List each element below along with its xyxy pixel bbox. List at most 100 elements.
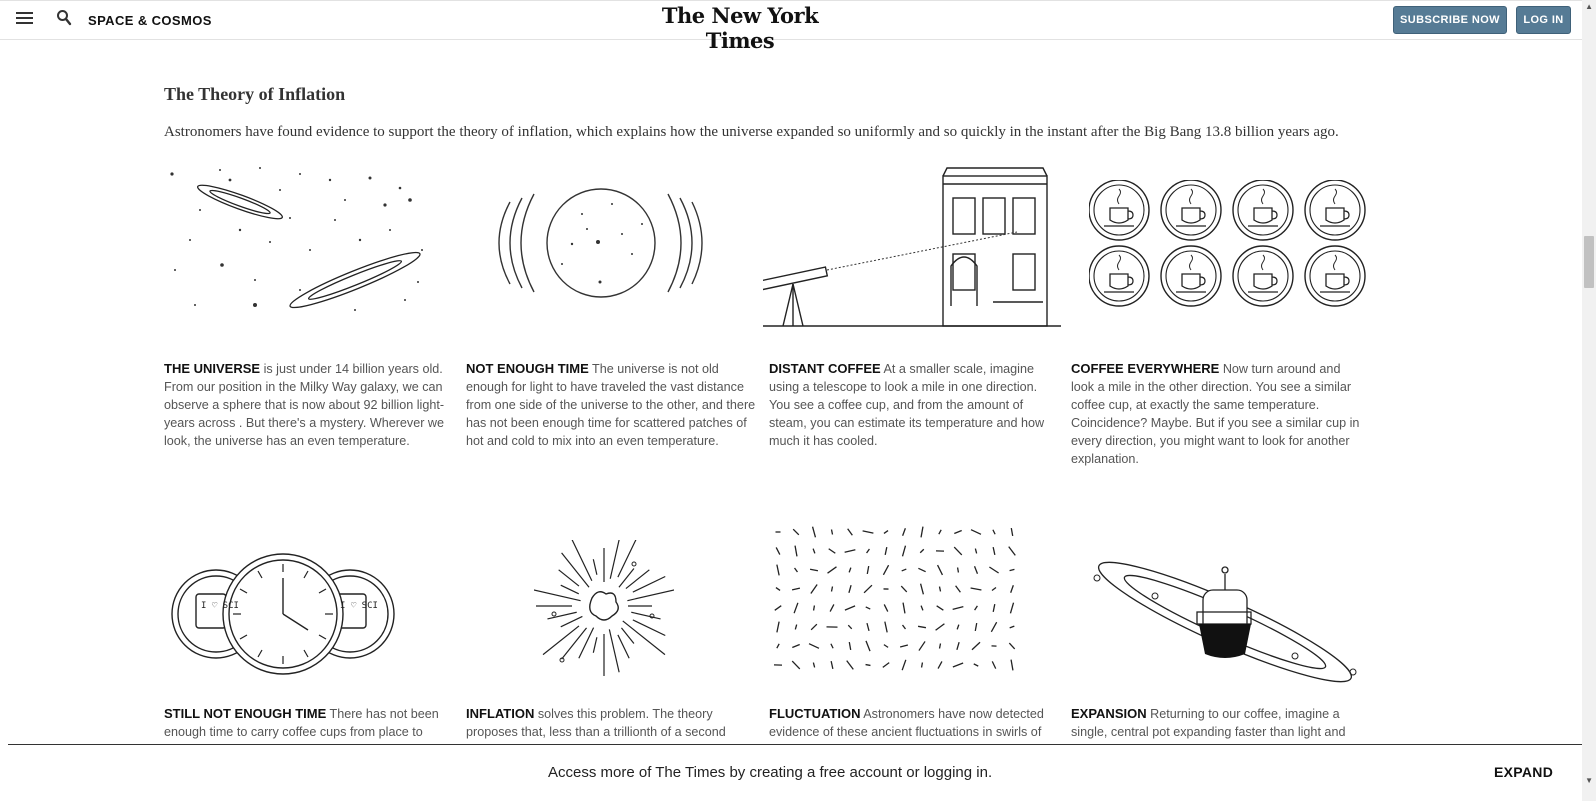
fluctuation-dash: [848, 529, 853, 535]
fluctuation-dash: [776, 547, 780, 554]
fluctuation-dash: [831, 661, 833, 669]
fluctuation-dash: [867, 566, 868, 574]
caption-fluctuation: FLUCTUATION Astronomers have now detecte…: [769, 705, 1059, 741]
section-heading: The Theory of Inflation: [164, 84, 345, 105]
fluctuation-dash: [902, 569, 907, 571]
nyt-logo[interactable]: The New York Times: [640, 3, 840, 53]
burst-ray: [579, 628, 594, 659]
page-scrollbar[interactable]: ▲ ▼: [1582, 0, 1596, 801]
fluctuation-dash: [957, 625, 959, 630]
caption-inflation: INFLATION solves this problem. The theor…: [466, 705, 756, 741]
fluctuation-dash: [867, 623, 869, 631]
fluctuation-dash: [884, 604, 888, 611]
coffee-cups-grid-illustration: [1089, 180, 1369, 310]
section-name-link[interactable]: SPACE & COSMOS: [88, 13, 212, 28]
fluctuation-dash: [828, 567, 837, 573]
caption-expansion: EXPANSION Returning to our coffee, imagi…: [1071, 705, 1361, 741]
fluctuation-dash: [864, 585, 872, 593]
fluctuation-dash: [809, 644, 819, 649]
fluctuation-dash: [989, 567, 998, 573]
fluctuation-dash: [866, 607, 871, 609]
fluctuation-dash: [901, 586, 907, 592]
scroll-up-arrow-icon[interactable]: ▲: [1585, 2, 1593, 11]
fluctuation-dash: [993, 530, 995, 534]
registration-message: Access more of The Times by creating a f…: [548, 764, 992, 781]
mug-label-left: I ♡ SCI: [201, 601, 239, 611]
scroll-thumb[interactable]: [1584, 236, 1594, 288]
fluctuation-dash: [975, 606, 978, 610]
burst-ray: [543, 626, 579, 655]
fluctuation-dash: [937, 606, 944, 610]
caption-still-not-enough-time: STILL NOT ENOUGH TIME There has not been…: [164, 705, 454, 741]
fluctuation-dash: [777, 622, 779, 633]
fluctuation-dash: [903, 546, 906, 557]
fluctuation-dash: [954, 547, 962, 555]
hamburger-menu-icon[interactable]: [16, 12, 33, 26]
fluctuation-dash: [883, 565, 888, 575]
fluctuation-dash: [777, 644, 779, 648]
fluctuation-dash: [974, 664, 978, 666]
fluctuation-dash: [975, 566, 978, 573]
fluctuation-dash: [866, 641, 870, 651]
subscribe-button[interactable]: SUBSCRIBE NOW: [1393, 6, 1507, 34]
telescope-building-coffee-illustration: [763, 166, 1061, 330]
fluctuation-dash: [1010, 569, 1015, 570]
fluctuation-dash: [831, 530, 832, 535]
fluctuation-dash: [903, 603, 905, 614]
fluctuation-dash: [792, 644, 799, 647]
fluctuation-dash: [863, 531, 874, 533]
fluctuation-dash: [867, 549, 870, 553]
fluctuation-dash: [922, 663, 923, 668]
scroll-down-arrow-icon[interactable]: ▼: [1585, 776, 1593, 785]
intro-paragraph: Astronomers have found evidence to suppo…: [164, 124, 1424, 141]
fluctuation-dash: [884, 645, 888, 648]
burst-ray: [621, 628, 633, 644]
fluctuation-dash: [939, 587, 940, 592]
fluctuation-dash: [953, 607, 964, 610]
caption-lead: DISTANT COFFEE: [769, 361, 881, 376]
burst-ray: [561, 585, 579, 594]
fluctuation-dash: [811, 584, 817, 593]
fluctuation-dash: [775, 606, 782, 611]
caption-distant-coffee: DISTANT COFFEE At a smaller scale, imagi…: [769, 360, 1059, 450]
burst-ray: [562, 553, 589, 587]
fluctuation-dash: [1010, 603, 1013, 614]
fluctuation-dash: [903, 528, 906, 536]
fluctuation-dash: [957, 642, 959, 650]
fluctuation-dash: [992, 588, 996, 591]
fluctuation-dash: [776, 588, 780, 591]
burst-ray: [593, 637, 597, 653]
caption-lead: COFFEE EVERYWHERE: [1071, 361, 1219, 376]
fluctuation-dash: [792, 588, 800, 590]
fluctuation-dash: [885, 622, 887, 633]
burst-ray: [593, 559, 597, 575]
burst-ray: [618, 635, 629, 658]
caption-lead: THE UNIVERSE: [164, 361, 260, 376]
fluctuation-dash: [940, 644, 941, 649]
burst-ray: [609, 629, 619, 672]
fluctuation-dash: [795, 568, 798, 572]
fluctuation-dash: [793, 529, 799, 535]
fluctuation-dash: [919, 641, 925, 650]
fluctuation-dash: [921, 584, 924, 595]
fluctuation-dash: [866, 665, 871, 666]
caption-lead: INFLATION: [466, 706, 534, 721]
fluctuation-dash: [814, 606, 815, 611]
fluctuation-dash: [885, 547, 887, 555]
fluctuation-dash: [958, 568, 959, 573]
fluctuation-dash: [845, 606, 855, 610]
fluctuation-dash: [920, 549, 924, 552]
fluctuation-dash: [938, 565, 943, 575]
login-button[interactable]: LOG IN: [1516, 6, 1571, 34]
search-icon[interactable]: [56, 9, 72, 27]
fluctuation-dash: [845, 550, 856, 552]
fluctuation-dash: [1009, 643, 1014, 649]
burst-ray: [610, 540, 619, 579]
burst-ray: [534, 589, 581, 601]
fluctuation-dash: [849, 585, 851, 593]
fluctuation-dash: [972, 642, 980, 650]
fluctuation-dash: [795, 625, 796, 630]
burst-ray: [631, 612, 660, 619]
expand-button[interactable]: EXPAND: [1494, 764, 1553, 780]
fluctuation-dash: [918, 568, 925, 571]
